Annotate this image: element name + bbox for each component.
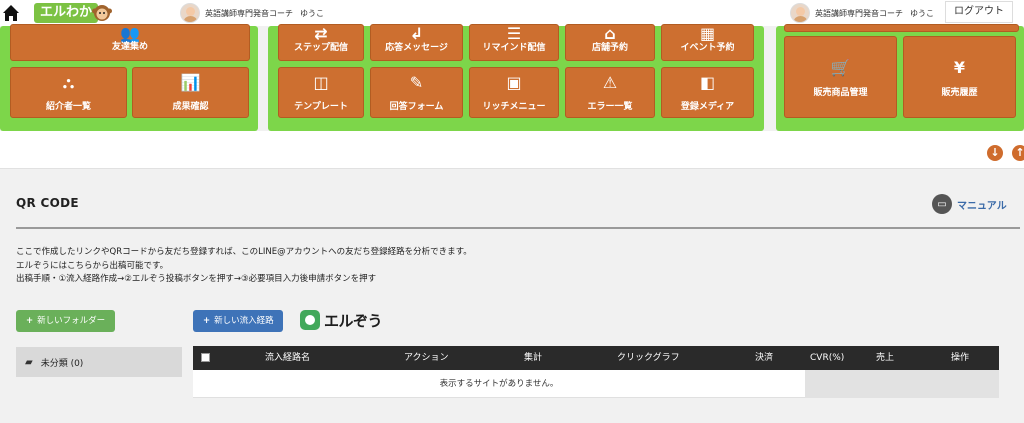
- menu-footer: [0, 131, 1024, 168]
- menu-tile-results[interactable]: 📊 成果確認: [132, 67, 249, 118]
- divider: [0, 168, 1024, 169]
- menu-tile-label: 登録メディア: [680, 102, 735, 112]
- column-header[interactable]: 操作: [951, 346, 969, 370]
- menu-tile-friends[interactable]: 👥 友達集め: [10, 24, 250, 61]
- current-account[interactable]: 英語講師専門発音コーチ ゆうこ: [180, 2, 324, 24]
- page-title: QR CODE: [16, 196, 79, 210]
- menu-tile-label: イベント予約: [680, 43, 735, 53]
- select-all-checkbox[interactable]: [201, 353, 210, 362]
- folder-uncategorized[interactable]: ▰ 未分類 (0): [16, 347, 182, 377]
- arrow-down-icon[interactable]: ↓: [987, 145, 1003, 161]
- description-line: ここで作成したリンクやQRコードから友だち登録すれば、このLINE@アカウントへ…: [16, 247, 472, 257]
- title-divider: [16, 227, 1020, 229]
- menu-tile-step-delivery[interactable]: ⇄ ステップ配信: [278, 24, 364, 61]
- calendar-icon: ▦: [699, 24, 716, 43]
- manual-label: マニュアル: [957, 200, 1007, 212]
- menu-tile-label: テンプレート: [294, 102, 348, 112]
- column-header[interactable]: 売上: [876, 346, 894, 370]
- book-icon: ▭: [932, 194, 952, 214]
- brand-logo[interactable]: エルわか: [34, 3, 99, 23]
- menu-tile-label: リマインド配信: [482, 43, 546, 53]
- shuffle-icon: ⇄: [314, 24, 328, 43]
- logout-button[interactable]: ログアウト: [945, 1, 1013, 23]
- menu-tile-answer-form[interactable]: ✎ 回答フォーム: [370, 67, 463, 118]
- list-icon: ☰: [506, 24, 522, 43]
- description-line: 出稿手順・①流入経路作成→②エルぞう投稿ボタンを押す→③必要項目入力後申請ボタン…: [16, 274, 377, 284]
- plus-icon: +: [26, 316, 34, 326]
- avatar: [180, 3, 200, 23]
- column-header[interactable]: 流入経路名: [265, 346, 310, 370]
- menu-tile-partial[interactable]: [784, 24, 1019, 32]
- erzou-logo-text: エルぞう: [324, 311, 383, 330]
- menu-panel-sales: 🛒 販売商品管理 ¥ 販売履歴: [776, 24, 1024, 131]
- menu-tile-label: エラー一覧: [587, 102, 633, 112]
- menu-tile-error-list[interactable]: ⚠ エラー一覧: [565, 67, 655, 118]
- description-line: エルぞうにはこちらから出稿可能です。: [16, 260, 169, 271]
- table-header: 流入経路名 アクション 集計 クリックグラフ 決済 CVR(%) 売上 操作: [193, 346, 999, 370]
- menu-panel-friends: 👥 友達集め ⛬ 紹介者一覧 📊 成果確認: [0, 24, 258, 131]
- menu-tile-sales-history[interactable]: ¥ 販売履歴: [903, 36, 1016, 118]
- erzou-elephant-icon: [300, 310, 320, 330]
- empty-table-message: 表示するサイトがありません。: [193, 370, 805, 398]
- monkey-mascot-icon: [92, 5, 112, 21]
- menu-panel-messaging: ⇄ ステップ配信 ↲ 応答メッセージ ☰ リマインド配信 ⌂ 店舗予約 ▦ イベ…: [268, 24, 764, 131]
- column-header[interactable]: クリックグラフ: [617, 346, 680, 370]
- store-icon: ⌂: [604, 24, 616, 43]
- reply-icon: ↲: [409, 24, 424, 43]
- folder-label: 未分類 (0): [40, 358, 84, 369]
- form-icon: ✎: [409, 73, 424, 92]
- user-profile[interactable]: 英語講師専門発音コーチ ゆうこ: [790, 2, 934, 24]
- menu-tile-registered-media[interactable]: ◧ 登録メディア: [661, 67, 754, 118]
- home-icon[interactable]: [2, 4, 20, 22]
- menu-tile-event-reservation[interactable]: ▦ イベント予約: [661, 24, 754, 61]
- presentation-icon: 📊: [180, 73, 201, 92]
- column-header[interactable]: CVR(%): [810, 346, 844, 370]
- warning-icon: ⚠: [602, 73, 618, 92]
- menu-tile-store-reservation[interactable]: ⌂ 店舗予約: [565, 24, 655, 61]
- menu-tile-product-management[interactable]: 🛒 販売商品管理: [784, 36, 897, 118]
- menu-tile-label: ステップ配信: [293, 43, 348, 53]
- menu-tile-auto-reply[interactable]: ↲ 応答メッセージ: [370, 24, 463, 61]
- arrow-up-icon[interactable]: ↑: [1012, 145, 1024, 161]
- description: ここで作成したリンクやQRコードから友だち登録すれば、このLINE@アカウントへ…: [16, 246, 472, 287]
- account-name: ゆうこ: [300, 8, 324, 18]
- avatar: [790, 3, 810, 23]
- menu-tile-label: 販売履歴: [941, 88, 978, 98]
- user-title: 英語講師専門発音コーチ: [815, 8, 903, 18]
- column-header[interactable]: アクション: [404, 346, 449, 370]
- menu-tile-template[interactable]: ◫ テンプレート: [278, 67, 364, 118]
- menu-tile-label: 友達集め: [111, 42, 148, 52]
- menu-tile-label: 店舗予約: [591, 43, 628, 53]
- menu-tile-label: 紹介者一覧: [45, 102, 91, 112]
- menu-tile-label: 販売商品管理: [813, 88, 868, 98]
- menu-tile-referrals[interactable]: ⛬ 紹介者一覧: [10, 67, 127, 118]
- cart-icon: 🛒: [830, 58, 851, 77]
- new-route-label: 新しい流入経路: [214, 316, 274, 326]
- menu-tile-label: 回答フォーム: [389, 102, 444, 112]
- erzou-logo[interactable]: エルぞう: [300, 307, 383, 333]
- column-header[interactable]: 集計: [524, 346, 542, 370]
- user-name: ゆうこ: [910, 8, 934, 18]
- menu-tile-label: リッチメニュー: [482, 102, 546, 112]
- new-route-button[interactable]: + 新しい流入経路: [193, 310, 283, 332]
- referral-icon: ⛬: [62, 73, 75, 92]
- columns-icon: ◫: [313, 73, 329, 92]
- table-filler: [805, 370, 999, 398]
- plus-icon: +: [203, 316, 211, 326]
- media-icon: ◧: [699, 73, 716, 92]
- top-bar: エルわか 英語講師専門発音コーチ ゆうこ 英語講師専門発音コーチ ゆうこ ログア…: [0, 0, 1024, 26]
- money-bag-icon: ¥: [953, 58, 966, 77]
- menu-tile-reminder[interactable]: ☰ リマインド配信: [469, 24, 559, 61]
- menu-tile-rich-menu[interactable]: ▣ リッチメニュー: [469, 67, 559, 118]
- column-header[interactable]: 決済: [755, 346, 773, 370]
- menu-tile-label: 成果確認: [172, 102, 209, 112]
- menu-tile-label: 応答メッセージ: [385, 43, 448, 53]
- new-folder-button[interactable]: + 新しいフォルダー: [16, 310, 115, 332]
- image-icon: ▣: [506, 73, 522, 92]
- account-title: 英語講師専門発音コーチ: [205, 8, 293, 18]
- folder-open-icon: ▰: [25, 356, 33, 368]
- new-folder-label: 新しいフォルダー: [37, 316, 106, 326]
- manual-link[interactable]: ▭ マニュアル: [932, 194, 1007, 214]
